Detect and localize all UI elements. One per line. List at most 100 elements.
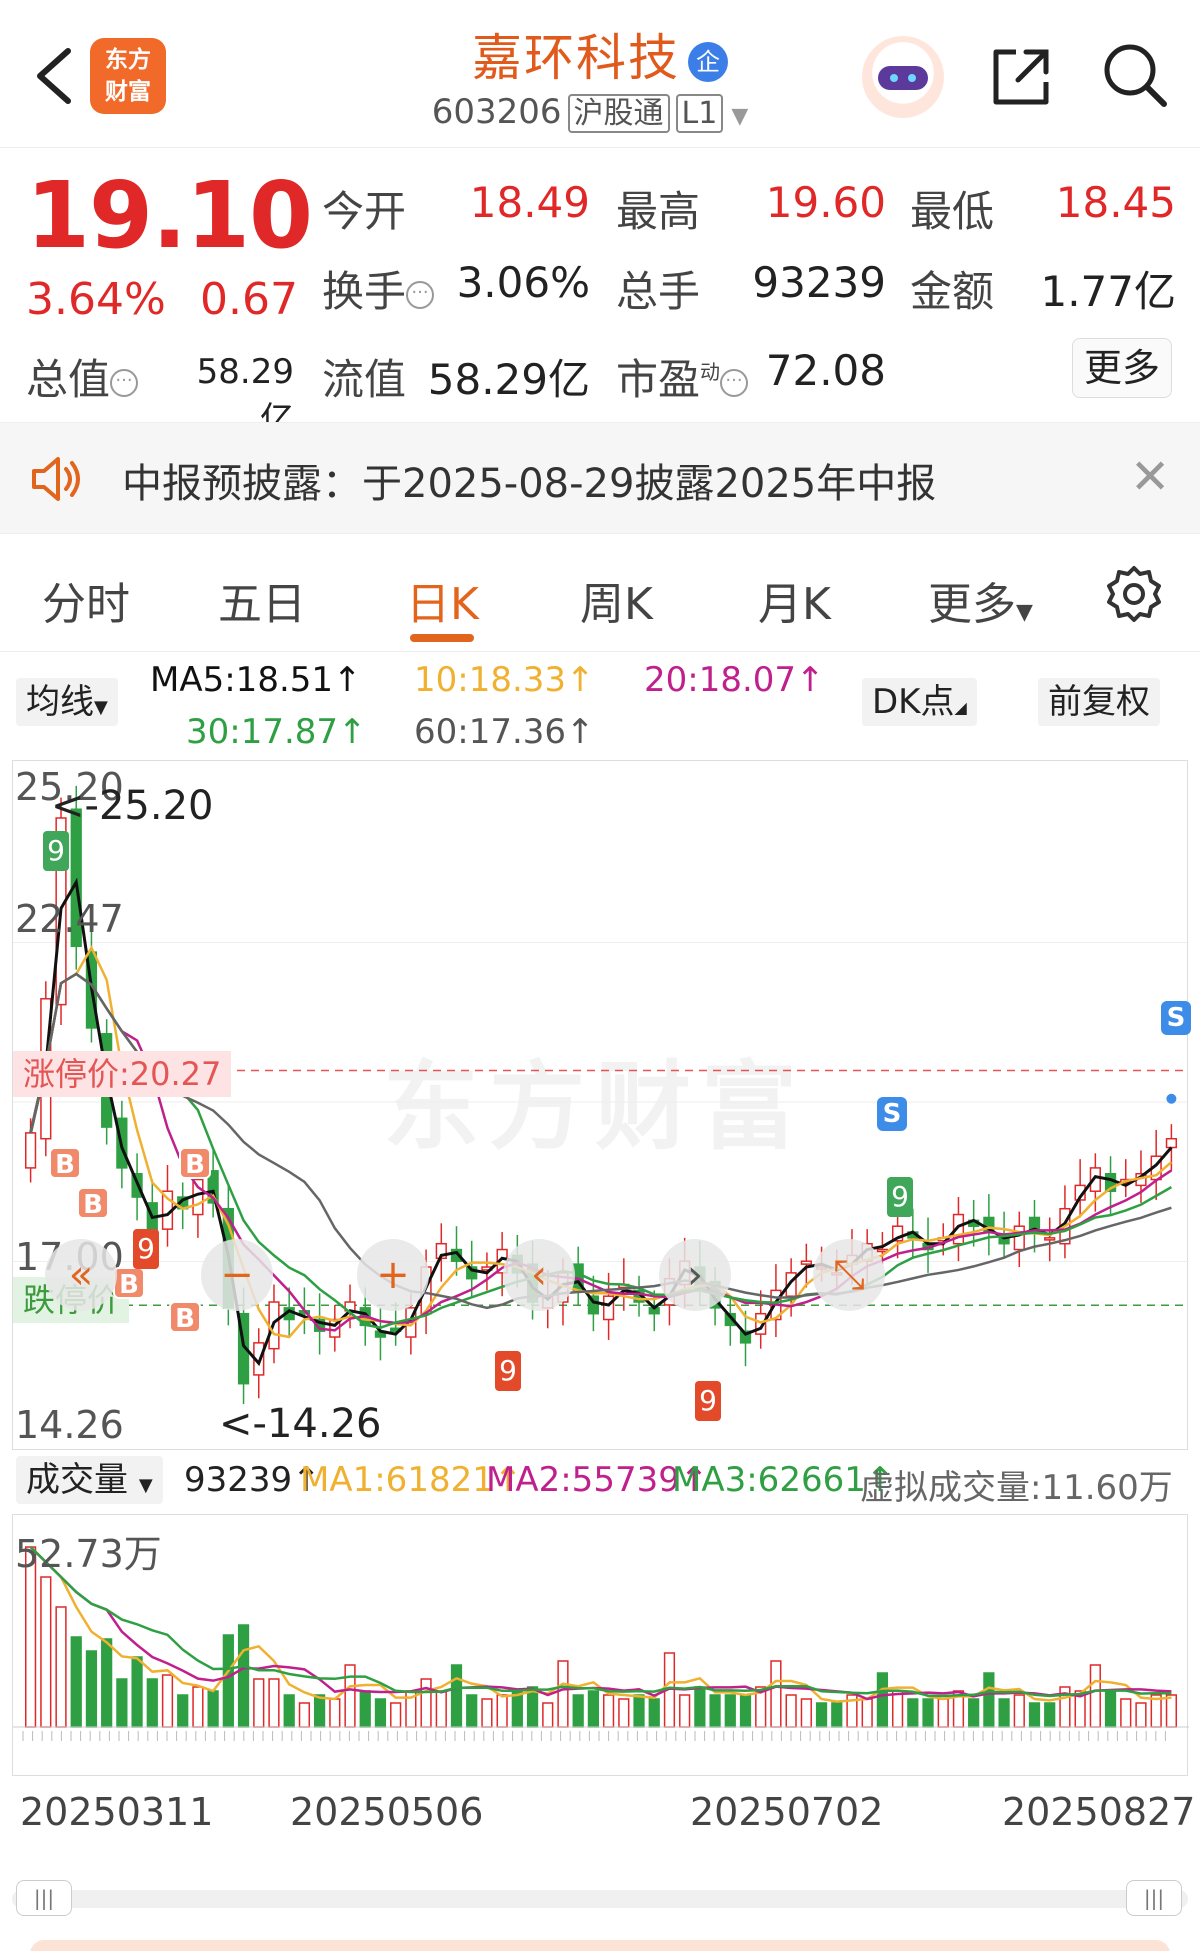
- close-icon[interactable]: ✕: [1130, 449, 1170, 505]
- fullscreen-button[interactable]: ⤡: [813, 1239, 885, 1311]
- volume-bar: [146, 1678, 158, 1728]
- sell-signal-s[interactable]: S: [877, 1097, 907, 1131]
- ma-selector[interactable]: 均线▼: [16, 678, 118, 726]
- volume-bar: [40, 1576, 52, 1728]
- buy-signal-b[interactable]: B: [169, 1301, 201, 1334]
- zoom-out-button[interactable]: −: [201, 1239, 273, 1311]
- volume-bar: [374, 1698, 387, 1728]
- bottom-action-bar[interactable]: [30, 1940, 1170, 1951]
- ma60-value: 60:17.36↑: [414, 712, 595, 752]
- volume-plot: [13, 1546, 1189, 1741]
- dk-point-button[interactable]: DK点◢: [862, 678, 977, 726]
- volume-bar: [1135, 1702, 1147, 1728]
- top-header: 东方 财富 嘉环科技企 603206 沪股通 L1 ▼: [0, 0, 1200, 148]
- info-icon[interactable]: ···: [406, 280, 435, 309]
- info-icon[interactable]: ···: [110, 368, 139, 397]
- last-point-dot: [1166, 1093, 1177, 1104]
- scroll-handle-right[interactable]: |||: [1126, 1880, 1182, 1916]
- td-signal-9: 9: [695, 1381, 721, 1421]
- volume-y-top-label: 52.73万: [15, 1532, 162, 1576]
- step-left-button[interactable]: ‹: [503, 1239, 575, 1311]
- date-axis: 20250311 20250506 20250702 20250827: [0, 1790, 1200, 1840]
- volume-bar: [618, 1698, 630, 1728]
- ai-assistant-icon[interactable]: [862, 36, 944, 118]
- volume-bar: [922, 1698, 934, 1728]
- volume-bar: [724, 1694, 736, 1728]
- candle-body: [1044, 1237, 1056, 1241]
- volume-bar: [131, 1656, 143, 1728]
- volume-bar: [161, 1674, 174, 1728]
- volume-bar: [344, 1664, 356, 1728]
- volume-bar: [298, 1702, 311, 1728]
- high-marker: <-25.20: [51, 783, 214, 829]
- stock-code: 603206: [431, 92, 562, 132]
- tab-daily-k[interactable]: 日K: [406, 568, 479, 632]
- low-label: 最低: [910, 187, 995, 236]
- volume-bar: [907, 1698, 919, 1728]
- scroll-left-fast-button[interactable]: «: [45, 1239, 117, 1311]
- buy-signal-b[interactable]: B: [77, 1187, 109, 1220]
- scroll-handle-left[interactable]: |||: [16, 1880, 72, 1916]
- buy-signal-b[interactable]: B: [179, 1147, 211, 1180]
- volume-selector[interactable]: 成交量 ▼: [16, 1456, 163, 1504]
- step-right-button[interactable]: ›: [659, 1239, 731, 1311]
- last-price: 19.10: [26, 162, 313, 269]
- volume-bar: [313, 1694, 326, 1728]
- high-value: 19.60: [765, 178, 886, 227]
- low-marker: <-14.26: [219, 1401, 382, 1447]
- caret-down-icon[interactable]: ▼: [731, 104, 748, 129]
- candle-body: [800, 1260, 812, 1265]
- share-icon[interactable]: [988, 44, 1054, 110]
- search-icon[interactable]: [1100, 40, 1170, 110]
- volume-bar: [207, 1690, 219, 1728]
- info-icon[interactable]: ···: [720, 368, 749, 397]
- candle-body: [24, 1132, 37, 1169]
- candle-body: [1165, 1137, 1178, 1149]
- notice-bar[interactable]: 中报预披露：于2025-08-29披露2025年中报 ✕: [0, 422, 1200, 534]
- volume-bar: [557, 1660, 569, 1728]
- tab-five-day[interactable]: 五日: [218, 568, 306, 632]
- volume-bar: [968, 1698, 980, 1728]
- float-value: 58.29亿: [427, 355, 590, 404]
- volume-chart[interactable]: 52.73万: [12, 1514, 1189, 1776]
- volume-bar: [770, 1660, 782, 1728]
- volume-bar: [496, 1694, 508, 1728]
- volume-bar: [101, 1638, 113, 1728]
- ma30-value: 30:17.87↑: [186, 712, 367, 752]
- kline-chart[interactable]: 东方财富 25.20 22.47 17.00 14.26 <-25.20 <-1…: [12, 760, 1191, 1450]
- volume-bar: [435, 1690, 447, 1728]
- tab-more[interactable]: 更多▼: [928, 568, 1033, 632]
- buy-signal-b[interactable]: B: [113, 1267, 145, 1300]
- low-value: 18.45: [1055, 178, 1176, 227]
- volume-bar: [572, 1694, 584, 1728]
- tab-intraday[interactable]: 分时: [42, 568, 130, 632]
- adjust-button[interactable]: 前复权: [1038, 678, 1160, 726]
- limit-up-label: 涨停价:20.27: [13, 1051, 232, 1097]
- kline-plot: [13, 785, 1189, 1405]
- y-axis-bottom-label: 14.26: [15, 1403, 124, 1447]
- volume-bar: [116, 1678, 128, 1728]
- pe-value: 72.08: [765, 346, 886, 395]
- amount-label: 金额: [910, 267, 995, 316]
- tab-monthly-k[interactable]: 月K: [758, 568, 831, 632]
- sell-signal-s[interactable]: S: [1161, 1001, 1191, 1035]
- td-signal-9: 9: [133, 1229, 159, 1269]
- tab-weekly-k[interactable]: 周K: [580, 568, 653, 632]
- float-label: 流值: [322, 355, 407, 404]
- open-value: 18.49: [469, 178, 590, 227]
- volume-bar: [390, 1702, 402, 1728]
- open-label: 今开: [322, 187, 407, 236]
- volume-bar: [1089, 1664, 1101, 1728]
- volume-bar: [192, 1686, 204, 1728]
- gear-icon[interactable]: [1104, 564, 1164, 624]
- buy-signal-b[interactable]: B: [49, 1147, 81, 1180]
- range-scrollbar[interactable]: ||| |||: [12, 1880, 1188, 1916]
- volume-bar: [283, 1694, 295, 1728]
- more-quote-button[interactable]: 更多: [1072, 338, 1172, 398]
- zoom-in-button[interactable]: +: [357, 1239, 429, 1311]
- period-tabs: 分时 五日 日K 周K 月K 更多▼: [0, 536, 1200, 652]
- volume-bar: [800, 1698, 812, 1728]
- volume-bar: [1044, 1702, 1056, 1728]
- scroll-track[interactable]: [12, 1890, 1188, 1908]
- volume-bar: [876, 1672, 889, 1728]
